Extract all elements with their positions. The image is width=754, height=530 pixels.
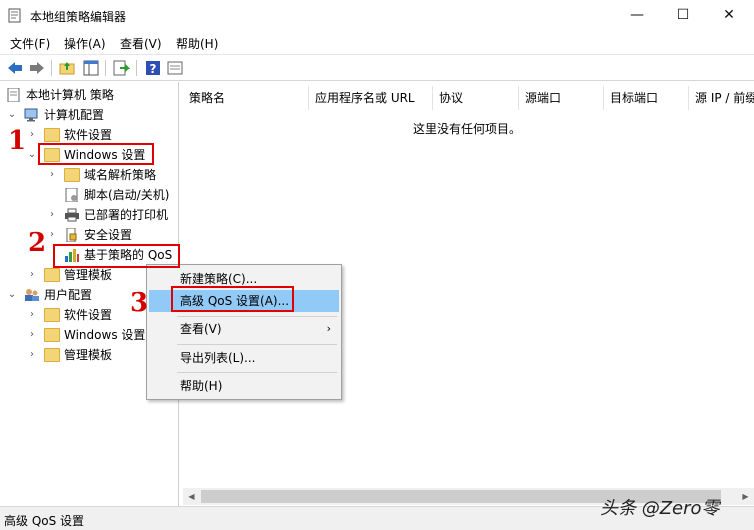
menu-separator bbox=[177, 316, 337, 317]
tree-label: 管理模板 bbox=[64, 268, 113, 282]
folder-icon bbox=[44, 128, 60, 142]
expand-chevron-icon[interactable]: › bbox=[26, 345, 38, 365]
tree-item-deployed-printers[interactable]: › 已部署的打印机 bbox=[0, 205, 178, 225]
column-header-source-ip[interactable]: 源 IP / 前缀 bbox=[689, 86, 754, 110]
menu-bar: 文件(F) 操作(A) 查看(V) 帮助(H) bbox=[0, 31, 754, 53]
toolbar: ? bbox=[0, 54, 754, 81]
tree-item-dns-policy[interactable]: › 域名解析策略 bbox=[0, 165, 178, 185]
folder-icon bbox=[64, 168, 80, 182]
tree-item-software-settings[interactable]: › 软件设置 bbox=[0, 125, 178, 145]
menu-separator bbox=[177, 372, 337, 373]
folder-icon bbox=[44, 308, 60, 322]
tree-label: 安全设置 bbox=[84, 228, 133, 242]
expand-chevron-icon[interactable]: › bbox=[26, 125, 38, 145]
tree-label: 管理模板 bbox=[64, 348, 113, 362]
column-header-policy-name[interactable]: 策略名 bbox=[183, 86, 309, 110]
menu-item-view-label: 查看(V) bbox=[180, 322, 222, 336]
up-folder-icon[interactable] bbox=[58, 59, 76, 77]
tree-label: 软件设置 bbox=[64, 128, 113, 142]
callout-box-qos bbox=[53, 244, 180, 268]
tree-label: 本地计算机 策略 bbox=[26, 88, 114, 102]
tree-item-computer-config[interactable]: ⌄ 计算机配置 bbox=[0, 105, 178, 125]
svg-text:?: ? bbox=[150, 62, 157, 76]
printer-icon bbox=[65, 208, 79, 222]
menu-item-help[interactable]: 帮助(H) bbox=[149, 375, 339, 397]
properties-icon[interactable] bbox=[166, 59, 184, 77]
menu-item-export-list[interactable]: 导出列表(L)... bbox=[149, 347, 339, 369]
tree-label: 域名解析策略 bbox=[84, 168, 157, 182]
watermark: 头条 @Zero零 bbox=[600, 498, 720, 519]
empty-list-message: 这里没有任何项目。 bbox=[413, 122, 522, 136]
tree-label: 软件设置 bbox=[64, 308, 113, 322]
menu-view[interactable]: 查看(V) bbox=[120, 35, 162, 52]
scroll-right-arrow-icon[interactable]: ▶ bbox=[737, 488, 754, 505]
maximize-button[interactable]: ☐ bbox=[660, 0, 706, 31]
help-icon[interactable]: ? bbox=[144, 59, 162, 77]
window-title: 本地组策略编辑器 bbox=[30, 10, 127, 24]
collapse-chevron-icon[interactable]: ⌄ bbox=[6, 285, 18, 305]
menu-separator bbox=[177, 344, 337, 345]
callout-box-advanced-qos bbox=[171, 286, 294, 312]
title-bar: 本地组策略编辑器 — ☐ ✕ bbox=[0, 0, 754, 31]
folder-icon bbox=[44, 268, 60, 282]
scroll-left-arrow-icon[interactable]: ◀ bbox=[183, 488, 200, 505]
menu-file[interactable]: 文件(F) bbox=[10, 35, 50, 52]
expand-chevron-icon[interactable]: › bbox=[26, 325, 38, 345]
toolbar-separator bbox=[51, 60, 52, 76]
tree-item-scripts[interactable]: 脚本(启动/关机) bbox=[0, 185, 178, 205]
tree-label: 脚本(启动/关机) bbox=[84, 188, 170, 202]
context-menu: 新建策略(C)... 高级 QoS 设置(A)... 查看(V) › 导出列表(… bbox=[146, 264, 342, 400]
menu-help[interactable]: 帮助(H) bbox=[176, 35, 218, 52]
callout-number-1: 1 bbox=[8, 126, 27, 156]
security-icon bbox=[66, 228, 77, 242]
column-header-protocol[interactable]: 协议 bbox=[433, 86, 519, 110]
callout-box-windows-settings bbox=[38, 143, 154, 165]
folder-icon bbox=[44, 328, 60, 342]
expand-chevron-icon[interactable]: › bbox=[26, 305, 38, 325]
forward-icon[interactable] bbox=[28, 59, 46, 77]
callout-number-3: 3 bbox=[130, 288, 149, 318]
status-text: 高级 QoS 设置 bbox=[4, 514, 85, 528]
submenu-arrow-icon: › bbox=[326, 322, 331, 335]
close-button[interactable]: ✕ bbox=[706, 0, 752, 31]
tree-label: 用户配置 bbox=[44, 288, 93, 302]
tree-item-security-settings[interactable]: › 安全设置 bbox=[0, 225, 178, 245]
minimize-button[interactable]: — bbox=[614, 0, 660, 31]
menu-item-view[interactable]: 查看(V) › bbox=[149, 318, 339, 340]
export-list-icon[interactable] bbox=[112, 59, 130, 77]
column-header-dest-port[interactable]: 目标端口 bbox=[604, 86, 689, 110]
tree-label: Windows 设置 bbox=[64, 328, 146, 342]
collapse-chevron-icon[interactable]: ⌄ bbox=[26, 145, 38, 165]
column-header-source-port[interactable]: 源端口 bbox=[519, 86, 604, 110]
users-icon bbox=[25, 289, 39, 301]
tree-item-local-computer-policy[interactable]: 本地计算机 策略 bbox=[0, 85, 178, 105]
expand-chevron-icon[interactable]: › bbox=[46, 165, 58, 185]
computer-icon bbox=[24, 108, 38, 122]
policy-document-icon bbox=[7, 88, 20, 102]
policy-editor-app-icon bbox=[8, 8, 21, 23]
show-hide-tree-icon[interactable] bbox=[82, 59, 100, 77]
toolbar-separator bbox=[105, 60, 106, 76]
menu-action[interactable]: 操作(A) bbox=[64, 35, 106, 52]
back-icon[interactable] bbox=[6, 59, 24, 77]
callout-number-2: 2 bbox=[28, 228, 47, 258]
toolbar-separator bbox=[136, 60, 137, 76]
script-icon bbox=[65, 188, 78, 202]
tree-label: 已部署的打印机 bbox=[84, 208, 169, 222]
expand-chevron-icon[interactable]: › bbox=[46, 205, 58, 225]
column-header-app-url[interactable]: 应用程序名或 URL bbox=[309, 86, 433, 110]
expand-chevron-icon[interactable]: › bbox=[26, 265, 38, 285]
collapse-chevron-icon[interactable]: ⌄ bbox=[6, 105, 18, 125]
expand-chevron-icon[interactable]: › bbox=[46, 225, 58, 245]
tree-label: 计算机配置 bbox=[44, 108, 105, 122]
folder-icon bbox=[44, 348, 60, 362]
